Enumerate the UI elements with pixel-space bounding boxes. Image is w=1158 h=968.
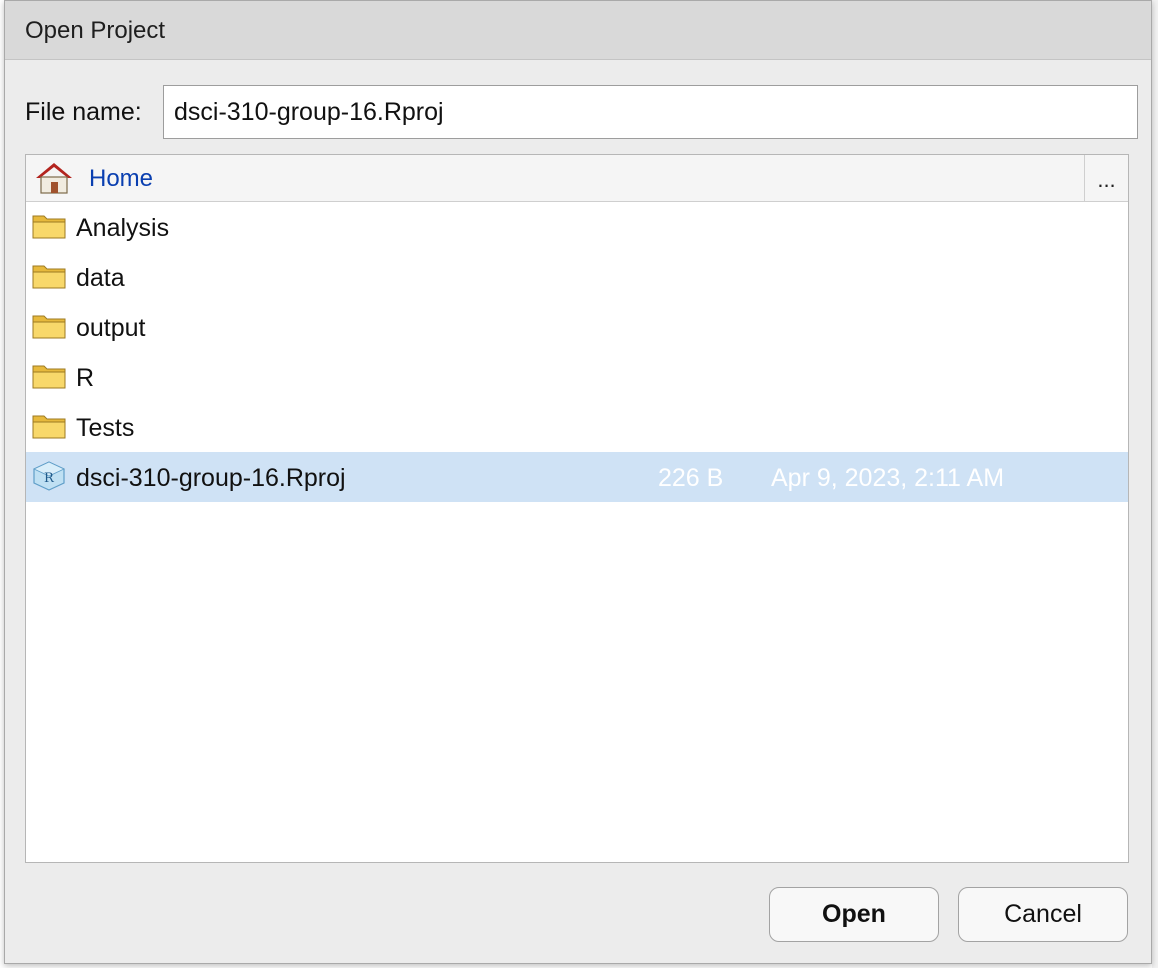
open-button[interactable]: Open: [769, 887, 939, 942]
file-name: output: [76, 314, 146, 342]
background-app-right-edge: [1152, 0, 1158, 968]
list-item-folder-output[interactable]: output: [26, 302, 1128, 352]
list-item-rproj-file[interactable]: R dsci-310-group-16.Rproj 226 B Apr 9, 2…: [26, 452, 1128, 502]
more-button[interactable]: ...: [1084, 155, 1128, 201]
dialog-title: Open Project: [25, 17, 166, 44]
r-project-icon: R: [33, 461, 65, 491]
folder-icon: [32, 215, 66, 239]
cancel-button[interactable]: Cancel: [958, 887, 1128, 942]
file-size: 226 B: [658, 464, 724, 492]
folder-icon: [32, 415, 66, 439]
home-icon[interactable]: [34, 161, 74, 195]
dialog-titlebar: Open Project: [5, 1, 1151, 60]
list-item-folder-analysis[interactable]: Analysis: [26, 202, 1128, 252]
open-project-dialog: Open Project File name: Home ... Analysi…: [4, 0, 1152, 964]
file-list: Analysis data output R Tests R dsci-310-…: [26, 202, 1128, 502]
file-name: Analysis: [76, 214, 170, 242]
svg-text:R: R: [44, 471, 55, 486]
file-name: R: [76, 364, 95, 392]
file-browser: Home ... Analysis data output R Tests R …: [25, 154, 1129, 863]
list-item-folder-tests[interactable]: Tests: [26, 402, 1128, 452]
file-name-label: File name:: [25, 98, 142, 126]
file-name: Tests: [76, 414, 135, 442]
list-item-folder-r[interactable]: R: [26, 352, 1128, 402]
list-item-folder-data[interactable]: data: [26, 252, 1128, 302]
file-modified-date: Apr 9, 2023, 2:11 AM: [771, 464, 1005, 492]
folder-icon: [32, 365, 66, 389]
file-name: data: [76, 264, 125, 292]
folder-icon: [32, 315, 66, 339]
file-name: dsci-310-group-16.Rproj: [76, 464, 346, 492]
file-name-input[interactable]: [163, 85, 1138, 139]
folder-icon: [32, 265, 66, 289]
breadcrumb-home-link[interactable]: Home: [89, 165, 153, 193]
breadcrumb: Home ...: [26, 155, 1128, 202]
